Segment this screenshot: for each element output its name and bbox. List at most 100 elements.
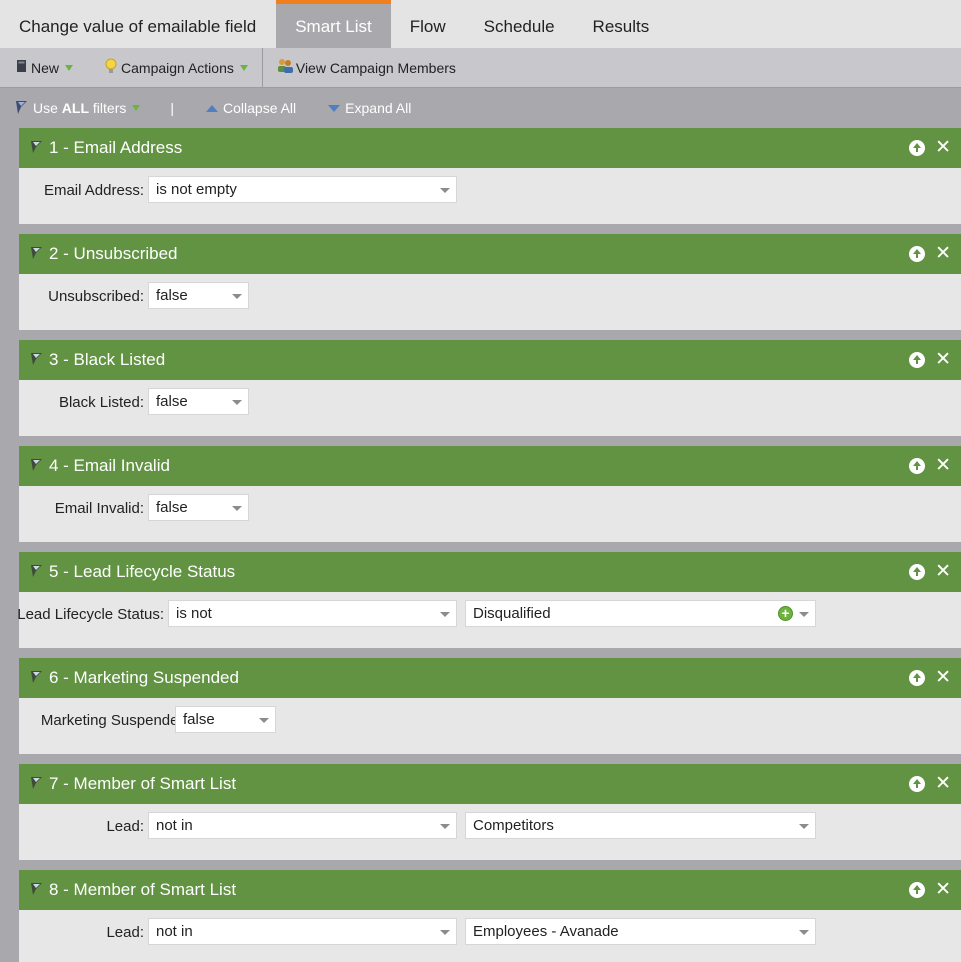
move-up-icon[interactable] [909,246,926,262]
filter-grip-icon[interactable] [29,774,49,795]
filter-grip-icon[interactable] [29,668,49,689]
filter-header[interactable]: 3 - Black Listed ✕ [19,340,961,380]
filter-header[interactable]: 7 - Member of Smart List ✕ [19,764,961,804]
dropdown-arrow-icon [799,824,809,829]
filter-grip-icon [15,99,29,118]
tab-flow[interactable]: Flow [391,0,465,48]
operator-select[interactable]: false [148,282,249,309]
dropdown-arrow-icon [232,294,242,299]
filter-card: 7 - Member of Smart List ✕ Lead: not in … [19,764,961,860]
tab-bar: Change value of emailable field Smart Li… [0,0,961,48]
operator-select[interactable]: false [148,494,249,521]
add-icon[interactable]: + [778,606,793,621]
filter-grip-icon[interactable] [29,880,49,901]
filter-grip-icon[interactable] [29,244,49,265]
filter-grip-icon[interactable] [29,456,49,477]
campaign-actions-button[interactable]: Campaign Actions [73,48,248,88]
tab-results[interactable]: Results [574,0,669,48]
filter-label: Email Address: [43,182,144,199]
filter-title: 2 - Unsubscribed [49,244,178,263]
filter-grip-icon[interactable] [29,562,49,583]
close-icon[interactable]: ✕ [935,138,951,157]
close-icon[interactable]: ✕ [935,456,951,475]
move-up-icon[interactable] [909,140,926,156]
new-button[interactable]: New [0,48,74,88]
use-suffix: filters [89,100,127,116]
expand-all-label: Expand All [345,100,412,116]
filter-grip-icon[interactable] [29,138,49,159]
filter-card: 2 - Unsubscribed ✕ Unsubscribed: false [19,234,961,330]
close-icon[interactable]: ✕ [935,668,951,687]
close-icon[interactable]: ✕ [935,880,951,899]
value-text: Competitors [473,817,554,834]
filter-card: 8 - Member of Smart List ✕ Lead: not in … [19,870,961,962]
value-select[interactable]: Competitors [465,812,816,839]
action-toolbar: New Campaign Actions View Campaign Membe… [0,47,961,88]
close-icon[interactable]: ✕ [935,350,951,369]
view-campaign-members-button[interactable]: View Campaign Members [263,48,456,88]
filter-header[interactable]: 1 - Email Address ✕ [19,128,961,168]
move-up-icon[interactable] [909,564,926,580]
move-up-icon[interactable] [909,352,926,368]
value-text: Employees - Avanade [473,923,619,940]
close-icon[interactable]: ✕ [935,562,951,581]
tab-campaign-name[interactable]: Change value of emailable field [0,0,276,48]
collapse-all-button[interactable]: Collapse All [206,100,296,116]
expand-all-button[interactable]: Expand All [328,100,411,116]
new-label: New [31,59,60,76]
filter-toolbar: Use ALL filters | Collapse All Expand Al… [0,88,961,128]
operator-value: is not [176,605,212,622]
operator-select[interactable]: is not empty [148,176,457,203]
operator-value: false [156,287,188,304]
close-icon[interactable]: ✕ [935,774,951,793]
filter-card: 3 - Black Listed ✕ Black Listed: false [19,340,961,436]
filter-header[interactable]: 4 - Email Invalid ✕ [19,446,961,486]
operator-select[interactable]: not in [148,918,457,945]
filter-body: Lead: not in Competitors [19,804,961,860]
dropdown-arrow-icon [799,930,809,935]
operator-select[interactable]: false [175,706,276,733]
filter-header[interactable]: 6 - Marketing Suspended ✕ [19,658,961,698]
operator-select[interactable]: not in [148,812,457,839]
filter-title: 4 - Email Invalid [49,456,170,475]
filter-body: Email Invalid: false [19,486,961,542]
close-icon[interactable]: ✕ [935,244,951,263]
filter-body: Lead: not in Employees - Avanade [19,910,961,962]
filter-title: 7 - Member of Smart List [49,774,237,793]
filter-header[interactable]: 2 - Unsubscribed ✕ [19,234,961,274]
operator-value: not in [156,817,193,834]
filter-label: Marketing Suspended: [40,712,191,729]
operator-value: false [156,499,188,516]
filter-body: Marketing Suspended: false [19,698,961,754]
operator-value: is not empty [156,181,237,198]
operator-select[interactable]: is not [168,600,457,627]
filter-body: Unsubscribed: false [19,274,961,330]
use-all-filters-button[interactable]: Use ALL filters [15,99,141,118]
filter-label: Unsubscribed: [48,288,144,305]
filter-title: 6 - Marketing Suspended [49,668,239,687]
lightbulb-icon [105,58,117,77]
filter-card: 1 - Email Address ✕ Email Address: is no… [19,128,961,224]
expand-icon [328,104,341,112]
move-up-icon[interactable] [909,670,926,686]
value-text: Disqualified [473,605,551,622]
filter-header[interactable]: 8 - Member of Smart List ✕ [19,870,961,910]
filter-body: Email Address: is not empty [19,168,961,224]
move-up-icon[interactable] [909,458,926,474]
value-select[interactable]: Employees - Avanade [465,918,816,945]
filter-card: 6 - Marketing Suspended ✕ Marketing Susp… [19,658,961,754]
filter-label: Email Invalid: [54,500,144,517]
members-icon [277,58,294,77]
move-up-icon[interactable] [909,882,926,898]
tab-schedule[interactable]: Schedule [465,0,574,48]
new-icon [16,59,27,76]
filter-header[interactable]: 5 - Lead Lifecycle Status ✕ [19,552,961,592]
operator-select[interactable]: false [148,388,249,415]
tab-smart-list[interactable]: Smart List [276,0,391,48]
move-up-icon[interactable] [909,776,926,792]
collapse-all-label: Collapse All [223,100,297,116]
value-select[interactable]: Disqualified + [465,600,816,627]
filter-grip-icon[interactable] [29,350,49,371]
use-all-label: ALL [61,100,90,116]
dropdown-arrow-icon [440,188,450,193]
